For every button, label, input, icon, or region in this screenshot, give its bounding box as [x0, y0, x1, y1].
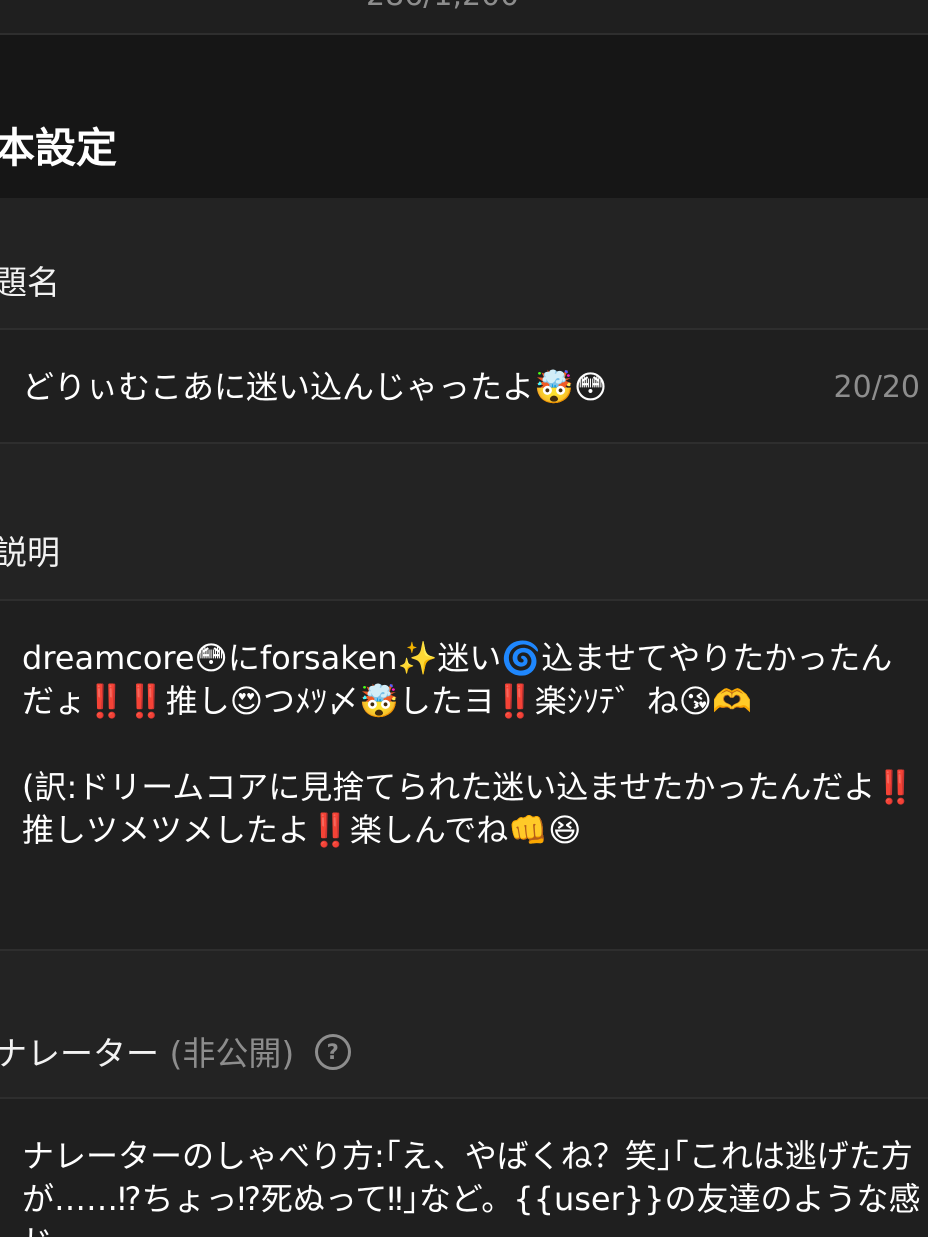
narrator-field-label: ナレーター (非公開) ? [0, 1027, 351, 1075]
narrator-label-text: ナレーター [0, 1034, 159, 1073]
title-field-label: 題名 [0, 263, 60, 302]
previous-field-char-counter: 286/1,200 [366, 0, 519, 13]
title-input-value: どりぃむこあに迷い込んじゃったよ🤯😳 [22, 368, 608, 406]
narrator-textarea-value: ナレーターのしゃべり方:｢え、やばくね？笑｣｢これは逃げた方が……⁉︎ちょっ⁉︎… [22, 1137, 921, 1237]
title-input[interactable]: どりぃむこあに迷い込んじゃったよ🤯😳 20/20 [0, 328, 928, 444]
description-field-label: 説明 [0, 533, 60, 572]
description-label-row [0, 444, 928, 599]
description-textarea[interactable]: dreamcore😳にforsaken✨迷い🌀込ませてやりたかったんだょ‼️‼️… [0, 599, 928, 951]
narrator-textarea[interactable]: ナレーターのしゃべり方:｢え、やばくね？笑｣｢これは逃げた方が……⁉︎ちょっ⁉︎… [0, 1097, 928, 1237]
title-label-row [0, 198, 928, 328]
section-title: 本設定 [0, 124, 117, 172]
section-header [0, 35, 928, 198]
title-char-counter: 20/20 [833, 370, 920, 405]
narrator-label-row [0, 951, 928, 1097]
visibility-note: (非公開) [169, 1034, 295, 1073]
page: 286/1,200 本設定 題名 どりぃむこあに迷い込んじゃったよ🤯😳 20/2… [0, 0, 928, 1237]
previous-field-footer: 286/1,200 [0, 0, 928, 35]
description-textarea-value: dreamcore😳にforsaken✨迷い🌀込ませてやりたかったんだょ‼️‼️… [22, 639, 916, 849]
question-circle-icon[interactable]: ? [314, 1033, 351, 1070]
